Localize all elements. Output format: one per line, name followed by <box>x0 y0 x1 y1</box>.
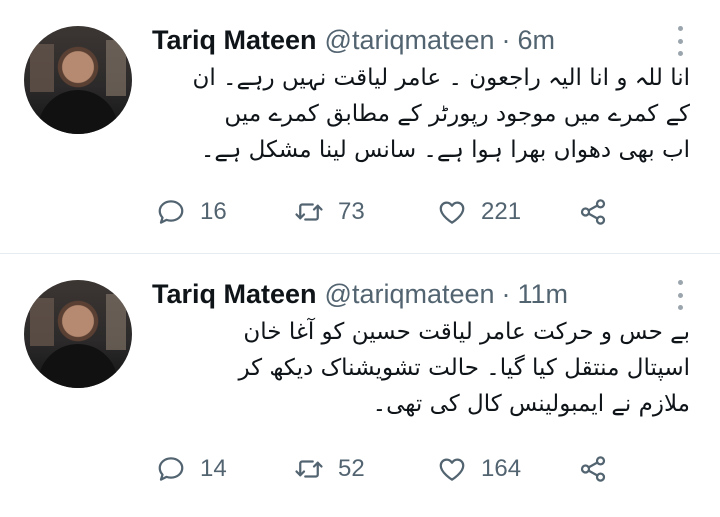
more-icon[interactable] <box>670 280 690 310</box>
tweet-text-line: بے حس و حرکت عامر لیاقت حسین کو آغا خان <box>243 319 690 345</box>
retweet-icon <box>295 203 323 221</box>
like-icon <box>439 458 465 481</box>
reply-count: 14 <box>200 455 227 482</box>
reply-button[interactable]: 14 <box>156 449 227 489</box>
author-handle[interactable]: @tariqmateen <box>325 279 495 310</box>
separator: · <box>501 278 511 309</box>
author-name[interactable]: Tariq Mateen <box>152 279 317 310</box>
author-handle[interactable]: @tariqmateen <box>325 25 495 56</box>
tweet-header: Tariq Mateen @tariqmateen · 6m <box>152 22 555 58</box>
like-button[interactable]: 221 <box>437 192 521 232</box>
tweet[interactable]: Tariq Mateen @tariqmateen · 6m انا للہ و… <box>0 0 720 254</box>
like-count: 164 <box>481 455 522 482</box>
author-name[interactable]: Tariq Mateen <box>152 25 317 56</box>
avatar[interactable] <box>24 26 132 134</box>
tweet-text: انا للہ و انا الیہ راجعون ۔ عامر لیاقت ن… <box>160 60 690 168</box>
tweet-actions: 14 52 164 <box>152 449 632 489</box>
tweet[interactable]: Tariq Mateen @tariqmateen · 11m بے حس و … <box>0 254 720 517</box>
reply-icon <box>158 200 184 224</box>
share-button[interactable] <box>578 449 608 489</box>
tweet-text-line: کے کمرے میں موجود رپورٹر کے مطابق کمرے م… <box>224 101 690 127</box>
like-count: 221 <box>481 198 522 225</box>
retweet-button[interactable]: 52 <box>294 449 365 489</box>
retweet-icon <box>295 460 323 478</box>
separator: · <box>501 24 511 55</box>
more-icon[interactable] <box>670 26 690 56</box>
share-icon <box>580 199 606 225</box>
reply-count: 16 <box>200 198 227 225</box>
share-button[interactable] <box>578 192 608 232</box>
tweet-actions: 16 73 221 <box>152 192 632 232</box>
tweet-header: Tariq Mateen @tariqmateen · 11m <box>152 276 568 312</box>
share-icon <box>580 456 606 482</box>
timestamp[interactable]: 11m <box>518 279 569 310</box>
retweet-count: 73 <box>338 198 365 225</box>
tweet-text-line: اسپتال منتقل کیا گیا۔ حالت تشویشناک دیکھ… <box>238 355 690 381</box>
tweet-text-line: انا للہ و انا الیہ راجعون ۔ عامر لیاقت ن… <box>192 65 690 91</box>
tweet-text: بے حس و حرکت عامر لیاقت حسین کو آغا خان … <box>160 314 690 422</box>
tweet-text-line: اب بھی دھواں بھرا ہوا ہے۔ سانس لینا مشکل… <box>200 137 690 163</box>
reply-button[interactable]: 16 <box>156 192 227 232</box>
retweet-count: 52 <box>338 455 365 482</box>
like-icon <box>439 201 465 224</box>
timestamp[interactable]: 6m <box>518 25 556 56</box>
tweet-text-line: ملازم نے ایمبولینس کال کی تھی۔ <box>372 391 690 417</box>
like-button[interactable]: 164 <box>437 449 521 489</box>
avatar[interactable] <box>24 280 132 388</box>
retweet-button[interactable]: 73 <box>294 192 365 232</box>
reply-icon <box>158 457 184 481</box>
